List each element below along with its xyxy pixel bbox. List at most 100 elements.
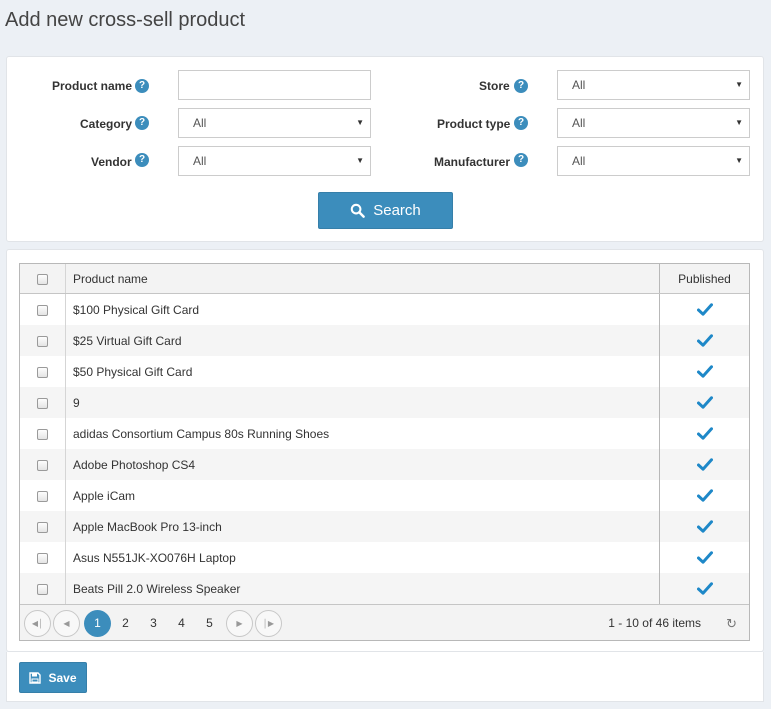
next-page-icon[interactable]: ▶ [226, 610, 253, 637]
row-checkbox[interactable] [37, 521, 48, 533]
row-checkbox[interactable] [37, 490, 48, 502]
page-2-button[interactable]: 2 [112, 610, 139, 637]
table-row[interactable]: $50 Physical Gift Card [20, 356, 749, 387]
manufacturer-help-icon[interactable]: ? [514, 153, 528, 167]
row-checkbox[interactable] [37, 552, 48, 564]
last-page-icon[interactable]: │▶ [255, 610, 282, 637]
refresh-icon[interactable]: ↻ [726, 616, 737, 632]
chevron-down-icon: ▼ [356, 118, 364, 127]
row-checkbox[interactable] [37, 428, 48, 440]
store-select[interactable]: All ▼ [557, 70, 750, 100]
product-type-label: Product type [437, 117, 511, 131]
store-label: Store [479, 79, 510, 93]
checkmark-icon [696, 520, 713, 533]
product-name-cell: Asus N551JK-XO076H Laptop [66, 542, 660, 573]
published-cell [660, 480, 749, 511]
product-type-select-value: All [572, 116, 586, 130]
save-button[interactable]: Save [19, 662, 87, 693]
checkmark-icon [696, 427, 713, 440]
chevron-down-icon: ▼ [735, 156, 743, 165]
table-row[interactable]: $25 Virtual Gift Card [20, 325, 749, 356]
vendor-help-icon[interactable]: ? [135, 153, 149, 167]
vendor-label: Vendor [91, 155, 132, 169]
chevron-down-icon: ▼ [735, 80, 743, 89]
table-row[interactable]: $100 Physical Gift Card [20, 294, 749, 325]
product-name-cell: $50 Physical Gift Card [66, 356, 660, 387]
published-cell [660, 325, 749, 356]
table-row[interactable]: Beats Pill 2.0 Wireless Speaker [20, 573, 749, 604]
row-checkbox[interactable] [37, 366, 48, 378]
checkmark-icon [696, 458, 713, 471]
pager-info: 1 - 10 of 46 items [608, 616, 701, 630]
column-header-product-name[interactable]: Product name [66, 264, 660, 293]
published-cell [660, 387, 749, 418]
category-help-icon[interactable]: ? [135, 116, 149, 130]
page-4-button[interactable]: 4 [168, 610, 195, 637]
category-select-value: All [193, 116, 207, 130]
product-name-cell: Apple MacBook Pro 13-inch [66, 511, 660, 542]
checkmark-icon [696, 396, 713, 409]
checkmark-icon [696, 365, 713, 378]
category-select[interactable]: All ▼ [178, 108, 371, 138]
product-name-cell: 9 [66, 387, 660, 418]
floppy-disk-icon [29, 671, 42, 684]
category-label: Category [80, 117, 133, 131]
chevron-down-icon: ▼ [356, 156, 364, 165]
search-icon [350, 203, 366, 218]
table-row[interactable]: Adobe Photoshop CS4 [20, 449, 749, 480]
product-type-help-icon[interactable]: ? [514, 116, 528, 130]
row-checkbox[interactable] [37, 459, 48, 471]
store-select-value: All [572, 78, 586, 92]
product-name-cell: Adobe Photoshop CS4 [66, 449, 660, 480]
manufacturer-select[interactable]: All ▼ [557, 146, 750, 176]
checkmark-icon [696, 334, 713, 347]
select-all-checkbox[interactable] [37, 273, 48, 285]
row-checkbox[interactable] [37, 397, 48, 409]
store-help-icon[interactable]: ? [514, 79, 528, 93]
product-name-cell: $25 Virtual Gift Card [66, 325, 660, 356]
grid-body: $100 Physical Gift Card $25 Virtual Gift … [20, 294, 749, 604]
search-button[interactable]: Search [318, 192, 453, 229]
row-checkbox[interactable] [37, 304, 48, 316]
page-1-button[interactable]: 1 [84, 610, 111, 637]
checkmark-icon [696, 303, 713, 316]
published-cell [660, 356, 749, 387]
vendor-select[interactable]: All ▼ [178, 146, 371, 176]
product-name-help-icon[interactable]: ? [135, 79, 149, 93]
table-row[interactable]: adidas Consortium Campus 80s Running Sho… [20, 418, 749, 449]
column-header-published[interactable]: Published [660, 264, 749, 293]
search-button-label: Search [373, 202, 421, 219]
products-grid-panel: Product name Published $100 Physical Gif… [6, 249, 764, 652]
product-name-cell: $100 Physical Gift Card [66, 294, 660, 325]
product-type-select[interactable]: All ▼ [557, 108, 750, 138]
product-name-cell: Apple iCam [66, 480, 660, 511]
previous-page-icon[interactable]: ◀ [53, 610, 80, 637]
products-grid: Product name Published $100 Physical Gif… [19, 263, 750, 641]
product-name-input[interactable] [178, 70, 371, 100]
checkmark-icon [696, 489, 713, 502]
page-3-button[interactable]: 3 [140, 610, 167, 637]
vendor-select-value: All [193, 154, 207, 168]
manufacturer-label: Manufacturer [434, 155, 511, 169]
page-title: Add new cross-sell product [5, 9, 246, 31]
checkmark-icon [696, 582, 713, 595]
published-cell [660, 573, 749, 604]
save-button-label: Save [48, 670, 77, 685]
product-name-cell: Beats Pill 2.0 Wireless Speaker [66, 573, 660, 604]
table-row[interactable]: Apple iCam [20, 480, 749, 511]
row-checkbox[interactable] [37, 583, 48, 595]
published-cell [660, 449, 749, 480]
product-name-cell: adidas Consortium Campus 80s Running Sho… [66, 418, 660, 449]
pager: ◀│ ◀ 1 2 3 4 5 ▶ │▶ 1 - 10 of 46 items ↻ [20, 604, 749, 640]
page-5-button[interactable]: 5 [196, 610, 223, 637]
table-row[interactable]: Asus N551JK-XO076H Laptop [20, 542, 749, 573]
row-checkbox[interactable] [37, 335, 48, 347]
table-row[interactable]: Apple MacBook Pro 13-inch [20, 511, 749, 542]
published-cell [660, 511, 749, 542]
published-cell [660, 294, 749, 325]
table-row[interactable]: 9 [20, 387, 749, 418]
search-panel: Product name ? Category ? All ▼ Vendor ?… [6, 56, 764, 242]
footer-bar: Save [6, 652, 764, 702]
first-page-icon[interactable]: ◀│ [24, 610, 51, 637]
published-cell [660, 418, 749, 449]
